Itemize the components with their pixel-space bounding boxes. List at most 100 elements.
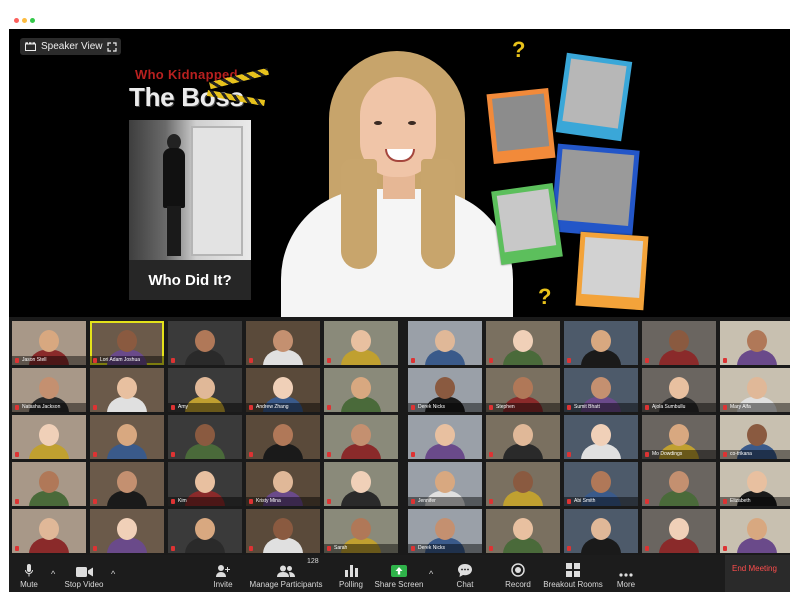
stop-video-button[interactable]: Stop Video bbox=[63, 555, 105, 592]
participant-tile[interactable] bbox=[324, 321, 398, 365]
participant-body bbox=[263, 444, 303, 459]
participant-tile[interactable]: Jason Stell bbox=[12, 321, 86, 365]
polling-button[interactable]: Polling bbox=[337, 555, 365, 592]
participant-tile[interactable] bbox=[564, 321, 638, 365]
participant-tile[interactable]: Stephen bbox=[486, 368, 560, 412]
participant-name: Jason Stell bbox=[12, 356, 86, 365]
record-button[interactable]: Record bbox=[502, 555, 534, 592]
fullscreen-button[interactable] bbox=[103, 38, 121, 55]
participant-tile[interactable] bbox=[408, 415, 482, 459]
participant-tile[interactable]: Lori Adam Joshua bbox=[90, 321, 164, 365]
participant-tile[interactable] bbox=[564, 415, 638, 459]
participant-head bbox=[513, 377, 533, 399]
muted-mic-icon bbox=[411, 546, 415, 551]
participant-head bbox=[747, 330, 767, 352]
breakout-rooms-button[interactable]: Breakout Rooms bbox=[543, 555, 603, 592]
zoom-dot[interactable] bbox=[30, 18, 35, 23]
participant-tile[interactable] bbox=[90, 462, 164, 506]
participant-tile[interactable] bbox=[324, 462, 398, 506]
participant-tile[interactable]: Kim bbox=[168, 462, 242, 506]
more-button[interactable]: More bbox=[615, 555, 637, 592]
share-options-caret[interactable]: ^ bbox=[429, 569, 433, 579]
participant-head bbox=[39, 377, 59, 399]
participant-tile[interactable]: Elizabeth bbox=[720, 462, 790, 506]
participant-tile[interactable] bbox=[12, 509, 86, 553]
invite-button[interactable]: Invite bbox=[209, 555, 237, 592]
speaker-view-label: Speaker View bbox=[41, 41, 103, 52]
participant-tile[interactable]: Amy bbox=[168, 368, 242, 412]
muted-mic-icon bbox=[567, 499, 571, 504]
speaker-view-button[interactable]: Speaker View bbox=[20, 38, 109, 55]
participant-tile[interactable]: Sarah bbox=[324, 509, 398, 553]
participant-tile[interactable] bbox=[642, 462, 716, 506]
participant-tile[interactable] bbox=[90, 415, 164, 459]
participant-tile[interactable]: Abi Smith bbox=[564, 462, 638, 506]
participant-tile[interactable] bbox=[90, 368, 164, 412]
participant-tile[interactable] bbox=[564, 509, 638, 553]
participant-tile[interactable]: Kristy Mina bbox=[246, 462, 320, 506]
participant-tile[interactable] bbox=[408, 321, 482, 365]
participant-tile[interactable] bbox=[246, 509, 320, 553]
video-options-caret[interactable]: ^ bbox=[111, 569, 115, 579]
participant-tile[interactable] bbox=[168, 321, 242, 365]
participant-head bbox=[747, 518, 767, 540]
poll-bar-chart-icon bbox=[344, 565, 358, 577]
participant-tile[interactable]: Mary Alfa bbox=[720, 368, 790, 412]
participant-body bbox=[425, 350, 465, 365]
mute-button[interactable]: Mute bbox=[17, 555, 41, 592]
participant-tile[interactable]: Derek Nicks bbox=[408, 368, 482, 412]
participant-tile[interactable]: Derek Nicks bbox=[408, 509, 482, 553]
participant-tile[interactable] bbox=[486, 415, 560, 459]
participant-tile[interactable] bbox=[246, 321, 320, 365]
participant-tile[interactable]: Andrew Zhang bbox=[246, 368, 320, 412]
participant-tile[interactable] bbox=[168, 509, 242, 553]
close-dot[interactable] bbox=[14, 18, 19, 23]
participant-tile[interactable]: co-trikana bbox=[720, 415, 790, 459]
participant-head bbox=[591, 471, 611, 493]
more-label: More bbox=[616, 580, 636, 589]
participant-head bbox=[351, 424, 371, 446]
mute-label: Mute bbox=[20, 580, 38, 589]
end-meeting-label[interactable]: End Meeting bbox=[732, 564, 777, 573]
muted-mic-icon bbox=[93, 499, 97, 504]
participant-gallery: Jason Stell Lori Adam Joshua Natasha Jacks… bbox=[9, 317, 790, 555]
participant-tile[interactable]: Ajola Sumbullu bbox=[642, 368, 716, 412]
participant-head bbox=[117, 424, 137, 446]
participant-head bbox=[435, 424, 455, 446]
participant-tile[interactable] bbox=[642, 321, 716, 365]
participant-head bbox=[747, 377, 767, 399]
participant-tile[interactable]: Sumit Bhatt bbox=[564, 368, 638, 412]
participant-tile[interactable] bbox=[486, 321, 560, 365]
participant-tile[interactable] bbox=[642, 509, 716, 553]
participant-tile[interactable] bbox=[720, 321, 790, 365]
fullscreen-icon bbox=[107, 41, 117, 52]
participant-tile[interactable]: Natasha Jackson bbox=[12, 368, 86, 412]
participant-head bbox=[591, 518, 611, 540]
participant-name: Mary Alfa bbox=[720, 403, 790, 412]
muted-mic-icon bbox=[327, 499, 331, 504]
participant-tile[interactable] bbox=[720, 509, 790, 553]
meeting-window: Speaker View Who Kidnapped The Boss Who … bbox=[9, 29, 790, 592]
participant-body bbox=[341, 350, 381, 365]
end-meeting-button[interactable] bbox=[725, 555, 790, 592]
participant-tile[interactable] bbox=[324, 368, 398, 412]
participant-tile[interactable] bbox=[90, 509, 164, 553]
participant-tile[interactable]: Jennifer bbox=[408, 462, 482, 506]
participant-tile[interactable] bbox=[486, 462, 560, 506]
participant-tile[interactable] bbox=[168, 415, 242, 459]
chat-button[interactable]: Chat bbox=[453, 555, 477, 592]
audio-options-caret[interactable]: ^ bbox=[51, 569, 55, 579]
participant-tile[interactable] bbox=[12, 415, 86, 459]
participant-name: co-trikana bbox=[720, 450, 790, 459]
speaker-view-icon bbox=[25, 42, 36, 51]
participant-tile[interactable]: Mo Dowdings bbox=[642, 415, 716, 459]
share-screen-button[interactable]: Share Screen bbox=[375, 555, 423, 592]
muted-mic-icon bbox=[723, 546, 727, 551]
muted-mic-icon bbox=[489, 358, 493, 363]
participant-name: Ajola Sumbullu bbox=[642, 403, 716, 412]
participant-tile[interactable] bbox=[246, 415, 320, 459]
minimize-dot[interactable] bbox=[22, 18, 27, 23]
participant-tile[interactable] bbox=[12, 462, 86, 506]
participant-tile[interactable] bbox=[486, 509, 560, 553]
participant-tile[interactable] bbox=[324, 415, 398, 459]
